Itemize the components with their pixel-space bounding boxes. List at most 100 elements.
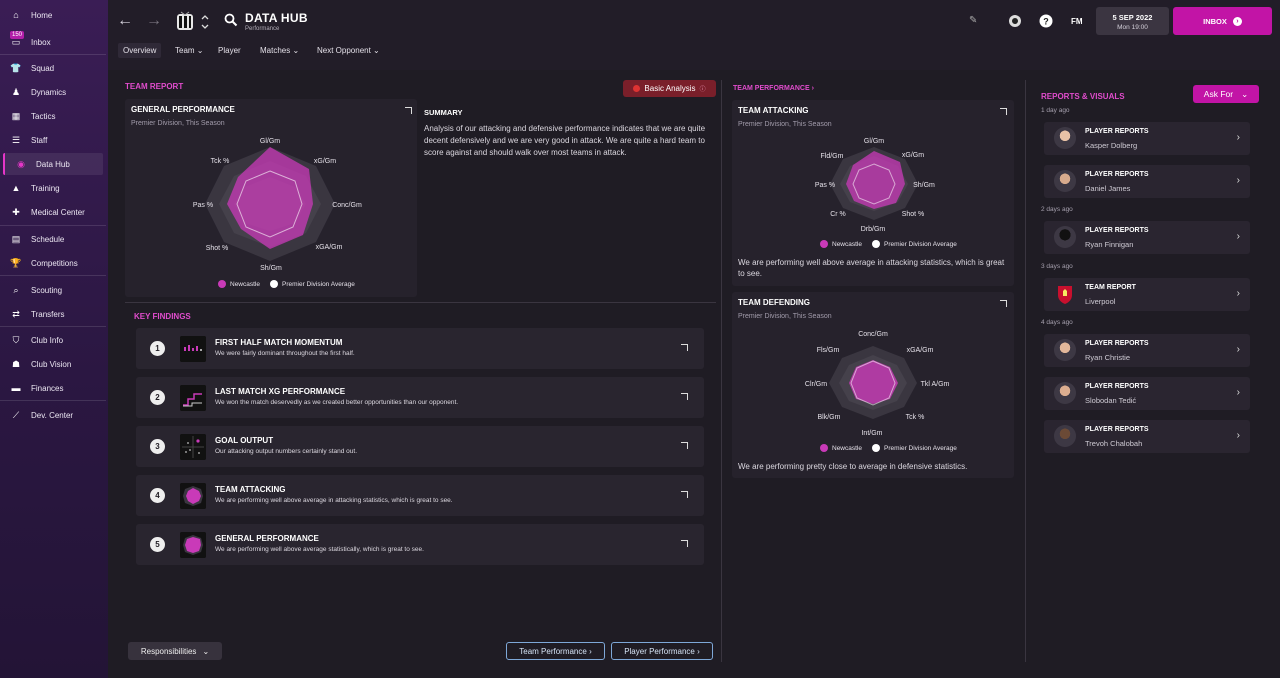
finding-number: 5 [150,537,165,552]
report-day-label: 4 days ago [1041,319,1073,326]
sidebar-item-label: Scouting [31,285,63,295]
expand-icon[interactable] [681,442,688,449]
sidebar-item-staff[interactable]: ☰ Staff [0,129,106,151]
fm-menu-button[interactable]: FM [1071,17,1083,26]
finding-item[interactable]: 2 LAST MATCH XG PERFORMANCE We won the m… [136,377,704,418]
forward-arrow-icon[interactable]: → [146,12,162,30]
radar-legend: Newcastle Premier Division Average [218,280,355,288]
report-item[interactable]: PLAYER REPORTS Daniel James › [1044,165,1250,198]
report-item[interactable]: PLAYER REPORTS Ryan Finnigan › [1044,221,1250,254]
average-series-swatch [269,280,278,288]
radar-axis-label: Drb/Gm [861,226,886,233]
analysis-status-icon [633,85,641,92]
tab-matches[interactable]: Matches ⌄ [260,46,299,55]
sidebar-item-club-vision[interactable]: ☗ Club Vision [0,353,106,375]
button-label: Player Performance [624,646,695,656]
sidebar-item-home[interactable]: ⌂ Home [0,4,106,26]
sidebar-item-label: Tactics [31,111,56,121]
basic-analysis-button[interactable]: Basic Analysis ⓘ [623,80,716,97]
expand-icon[interactable] [681,344,688,351]
sidebar-item-label: Data Hub [36,159,70,169]
sidebar-item-training[interactable]: ▲ Training [0,177,106,199]
vision-icon: ☗ [11,358,21,369]
finding-description: We are performing well above average sta… [215,546,424,553]
search-icon[interactable] [224,13,238,27]
ask-for-button[interactable]: Ask For ⌄ [1193,85,1259,103]
sidebar-item-scouting[interactable]: ⌕ Scouting [0,279,106,301]
expand-icon[interactable] [681,540,688,547]
report-item[interactable]: PLAYER REPORTS Slobodan Tedić › [1044,377,1250,410]
finding-item[interactable]: 3 GOAL OUTPUT Our attacking output numbe… [136,426,704,467]
radar-thumbnail-icon [180,483,206,509]
report-type: PLAYER REPORTS [1085,171,1149,178]
avatar [1054,226,1076,248]
sidebar: ⌂ Home ▭ Inbox 150 👕 Squad ♟ Dynamics ▦ Tacti… [0,0,108,678]
sidebar-item-label: Staff [31,135,48,145]
finding-item[interactable]: 5 GENERAL PERFORMANCE We are performing … [136,524,704,565]
sidebar-item-medical-center[interactable]: ✚ Medical Center [0,201,106,223]
inbox-continue-button[interactable]: INBOX › [1173,7,1272,35]
continue-arrow-icon: › [1232,16,1242,26]
radar-axis-label: Tck % [211,158,230,165]
assistant-icon[interactable] [1008,14,1022,28]
sidebar-item-club-info[interactable]: ⛉ Club Info [0,329,106,351]
sidebar-item-transfers[interactable]: ⇄ Transfers [0,303,106,325]
player-performance-button[interactable]: Player Performance › [611,642,713,660]
legend-label: Newcastle [832,240,862,248]
team-performance-heading[interactable]: TEAM PERFORMANCE › [733,85,814,92]
team-attacking-radar: Gl/Gm xG/Gm Sh/Gm Shot % Drb/Gm Cr % Pas… [815,138,935,233]
radar-axis-label: Pas % [815,182,835,189]
finding-item[interactable]: 1 FIRST HALF MATCH MOMENTUM We were fair… [136,328,704,369]
sidebar-item-label: Club Vision [31,359,72,369]
finding-title: LAST MATCH XG PERFORMANCE [215,387,346,396]
expand-icon[interactable] [681,491,688,498]
sidebar-item-schedule[interactable]: ▤ Schedule [0,228,106,250]
radar-axis-label: Shot % [206,245,229,252]
search-icon: ⌕ [13,284,19,295]
report-item[interactable]: PLAYER REPORTS Kasper Dolberg › [1044,122,1250,155]
data-hub-icon: ◉ [17,158,25,169]
staff-icon: ☰ [11,134,21,145]
sidebar-item-finances[interactable]: ▬ Finances [0,377,106,399]
expand-icon[interactable] [681,393,688,400]
dev-center-icon: ⟋ [12,409,20,420]
avatar [1054,339,1076,361]
chevron-right-icon: › [1236,132,1240,143]
radar-axis-label: Sh/Gm [913,182,935,189]
club-switch-chevron-icon[interactable] [201,13,209,31]
tab-next-opponent[interactable]: Next Opponent ⌄ [317,46,380,55]
club-crest-icon[interactable] [173,10,197,34]
chevron-right-icon: › [1236,387,1240,398]
finding-item[interactable]: 4 TEAM ATTACKING We are performing well … [136,475,704,516]
tab-player[interactable]: Player [218,46,241,55]
report-item[interactable]: PLAYER REPORTS Trevoh Chalobah › [1044,420,1250,453]
tab-team[interactable]: Team ⌄ [175,46,204,55]
report-item[interactable]: TEAM REPORT Liverpool › [1044,278,1250,311]
sidebar-item-label: Schedule [31,234,65,244]
sidebar-item-dev-center[interactable]: ⟋ Dev. Center [0,404,106,426]
club-crest-icon [1058,286,1072,304]
sidebar-item-competitions[interactable]: 🏆 Competitions [0,252,106,274]
sidebar-item-tactics[interactable]: ▦ Tactics [0,105,106,127]
sidebar-item-dynamics[interactable]: ♟ Dynamics [0,81,106,103]
avatar [1054,382,1076,404]
info-icon: ⓘ [699,87,706,93]
tab-overview[interactable]: Overview [118,43,162,58]
radar-axis-label: xGA/Gm [316,244,343,251]
radar-axis-label: Sh/Gm [260,265,282,272]
responsibilities-button[interactable]: Responsibilities ⌄ [128,642,222,660]
back-arrow-icon[interactable]: ← [117,12,133,30]
chevron-down-icon: ⌄ [196,46,204,55]
report-item[interactable]: PLAYER REPORTS Ryan Christie › [1044,334,1250,367]
finding-number: 2 [150,390,165,405]
key-findings-heading: KEY FINDINGS [134,312,191,321]
help-icon[interactable]: ? [1039,14,1053,28]
sidebar-item-label: Home [31,10,53,20]
sidebar-item-squad[interactable]: 👕 Squad [0,57,106,79]
edit-pencil-icon[interactable]: ✎ [969,15,977,26]
team-performance-button[interactable]: Team Performance › [506,642,605,660]
dynamics-icon: ♟ [11,86,21,97]
date-time-display[interactable]: 5 SEP 2022 Mon 19:00 [1096,7,1169,35]
sidebar-item-data-hub[interactable]: ◉ Data Hub [3,153,103,175]
reports-heading: REPORTS & VISUALS [1041,92,1125,101]
